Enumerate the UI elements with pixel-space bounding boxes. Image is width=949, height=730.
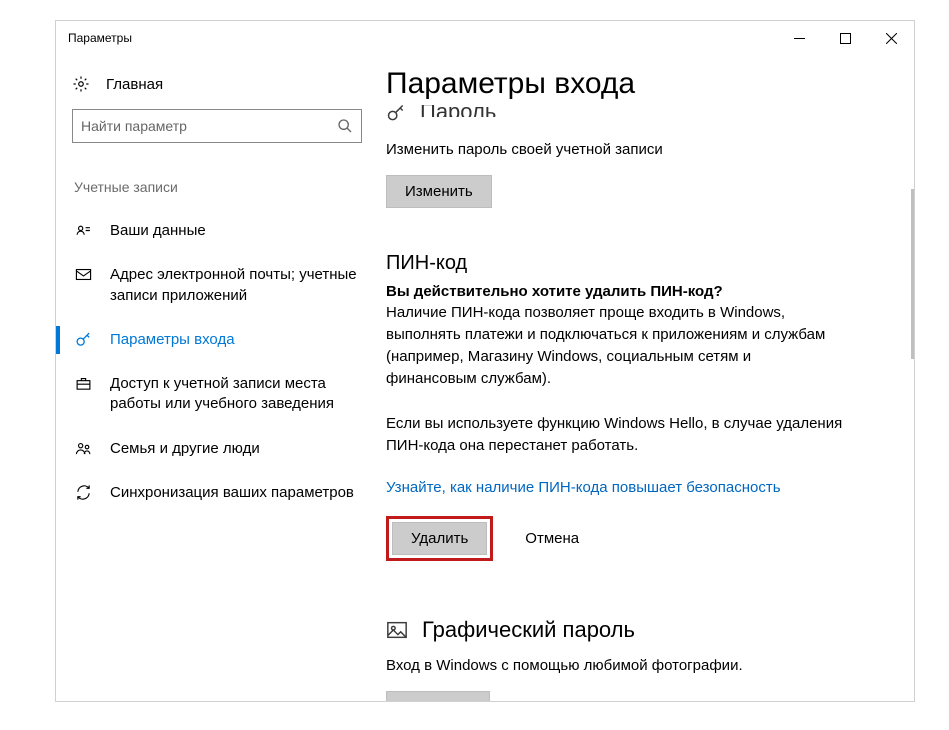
window-title: Параметры (68, 31, 132, 45)
password-section-header: Пароль (386, 101, 908, 121)
picture-icon (386, 619, 408, 641)
settings-window: Параметры Главная (55, 20, 915, 702)
cancel-pin-button[interactable]: Отмена (507, 523, 597, 554)
delete-pin-button[interactable]: Удалить (392, 522, 487, 555)
pin-action-row: Удалить Отмена (386, 516, 908, 561)
maximize-button[interactable] (822, 22, 868, 54)
change-password-button[interactable]: Изменить (386, 175, 492, 208)
sidebar-item-label: Доступ к учетной записи места работы или… (110, 374, 376, 415)
search-box[interactable] (72, 109, 362, 143)
window-controls (776, 22, 914, 54)
pin-learn-more-link[interactable]: Узнайте, как наличие ПИН-кода повышает б… (386, 479, 781, 496)
pin-question: Вы действительно хотите удалить ПИН-код? (386, 283, 908, 300)
page-title: Параметры входа (386, 67, 908, 101)
sidebar: Главная Учетные записи Ваши данные (56, 55, 386, 701)
key-icon (74, 330, 92, 348)
titlebar: Параметры (56, 21, 914, 55)
gear-icon (72, 75, 90, 93)
people-icon (74, 439, 92, 457)
sidebar-item-your-info[interactable]: Ваши данные (72, 209, 386, 253)
sidebar-item-family[interactable]: Семья и другие люди (72, 427, 386, 471)
sidebar-item-label: Семья и другие люди (110, 439, 260, 459)
main-panel: Параметры входа Пароль Изменить пароль с… (386, 55, 914, 701)
delete-highlight: Удалить (386, 516, 493, 561)
password-heading: Пароль (420, 105, 496, 117)
add-picture-password-button[interactable]: Добавить (386, 691, 490, 701)
picture-password-heading: Графический пароль (422, 617, 635, 643)
picture-password-desc: Вход в Windows с помощью любимой фотогра… (386, 655, 908, 677)
sidebar-item-label: Ваши данные (110, 221, 206, 241)
sync-icon (74, 483, 92, 501)
content: Главная Учетные записи Ваши данные (56, 55, 914, 701)
search-icon (337, 118, 353, 134)
briefcase-icon (74, 374, 92, 392)
pin-heading: ПИН-код (386, 252, 908, 275)
password-desc: Изменить пароль своей учетной записи (386, 139, 908, 161)
home-button[interactable]: Главная (72, 65, 386, 109)
sidebar-item-work-school[interactable]: Доступ к учетной записи места работы или… (72, 362, 386, 427)
sidebar-item-label: Адрес электронной почты; учетные записи … (110, 265, 376, 306)
sidebar-item-sync[interactable]: Синхронизация ваших параметров (72, 471, 386, 515)
sidebar-item-email-accounts[interactable]: Адрес электронной почты; учетные записи … (72, 253, 386, 318)
sidebar-item-label: Синхронизация ваших параметров (110, 483, 354, 503)
home-label: Главная (106, 76, 163, 93)
scrollbar-thumb[interactable] (911, 189, 914, 359)
pin-desc2: Если вы используете функцию Windows Hell… (386, 413, 846, 457)
mail-icon (74, 265, 92, 283)
pin-desc: Наличие ПИН-кода позволяет проще входить… (386, 302, 836, 391)
badge-icon (74, 221, 92, 239)
search-input[interactable] (81, 118, 337, 134)
picture-password-header: Графический пароль (386, 617, 908, 643)
close-button[interactable] (868, 22, 914, 54)
sidebar-item-signin-options[interactable]: Параметры входа (72, 318, 386, 362)
key-icon (386, 103, 408, 123)
sidebar-section-header: Учетные записи (72, 179, 386, 209)
minimize-button[interactable] (776, 22, 822, 54)
sidebar-item-label: Параметры входа (110, 330, 235, 350)
